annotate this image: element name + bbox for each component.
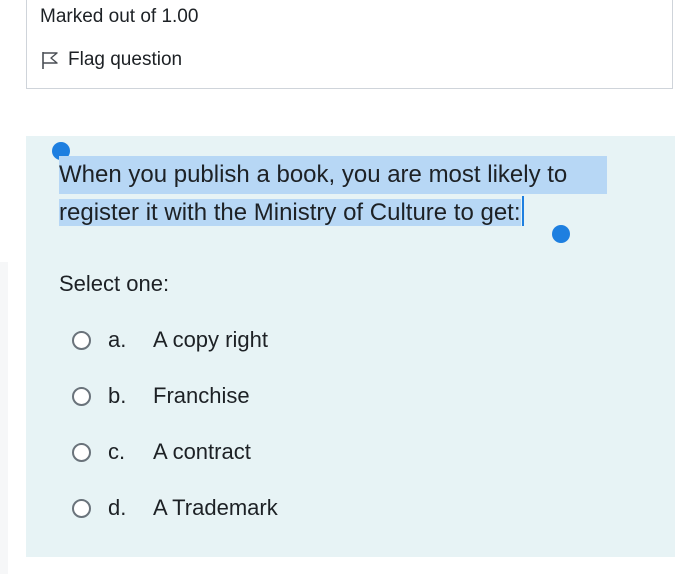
question-content-panel: When you publish a book, you are most li… [26, 136, 675, 557]
selection-end-handle[interactable] [552, 225, 570, 243]
question-text-line-1: When you publish a book, you are most li… [59, 156, 608, 194]
option-label[interactable]: A copy right [153, 327, 268, 353]
answer-option-d[interactable]: d. A Trademark [72, 480, 278, 536]
selection-end-caret [521, 196, 524, 226]
answer-option-b[interactable]: b. Franchise [72, 368, 278, 424]
flag-icon [40, 50, 60, 70]
question-info-panel: Marked out of 1.00 Flag question [26, 0, 673, 89]
marked-out-of-label: Marked out of 1.00 [40, 6, 199, 27]
option-letter: b. [108, 383, 127, 408]
question-text-line-2: register it with the Ministry of Culture… [59, 199, 521, 226]
page-left-edge [0, 262, 8, 574]
radio-button-c[interactable] [72, 442, 91, 462]
option-letter: a. [108, 327, 127, 352]
radio-button-a[interactable] [72, 330, 91, 350]
radio-button-d[interactable] [72, 498, 91, 518]
option-label[interactable]: A contract [153, 439, 251, 465]
flag-question-button[interactable]: Flag question [40, 49, 182, 71]
select-one-prompt: Select one: [59, 271, 170, 296]
answer-option-c[interactable]: c. A contract [72, 424, 278, 480]
option-letter: c. [108, 439, 126, 464]
flag-question-label: Flag question [68, 49, 183, 70]
question-text: When you publish a book, you are most li… [59, 156, 644, 232]
radio-button-b[interactable] [72, 386, 91, 406]
option-label[interactable]: A Trademark [153, 495, 278, 521]
option-letter: d. [108, 495, 127, 520]
option-label[interactable]: Franchise [153, 383, 250, 409]
answer-options: a. A copy right b. Franchise c. A contra… [72, 312, 278, 536]
answer-option-a[interactable]: a. A copy right [72, 312, 278, 368]
